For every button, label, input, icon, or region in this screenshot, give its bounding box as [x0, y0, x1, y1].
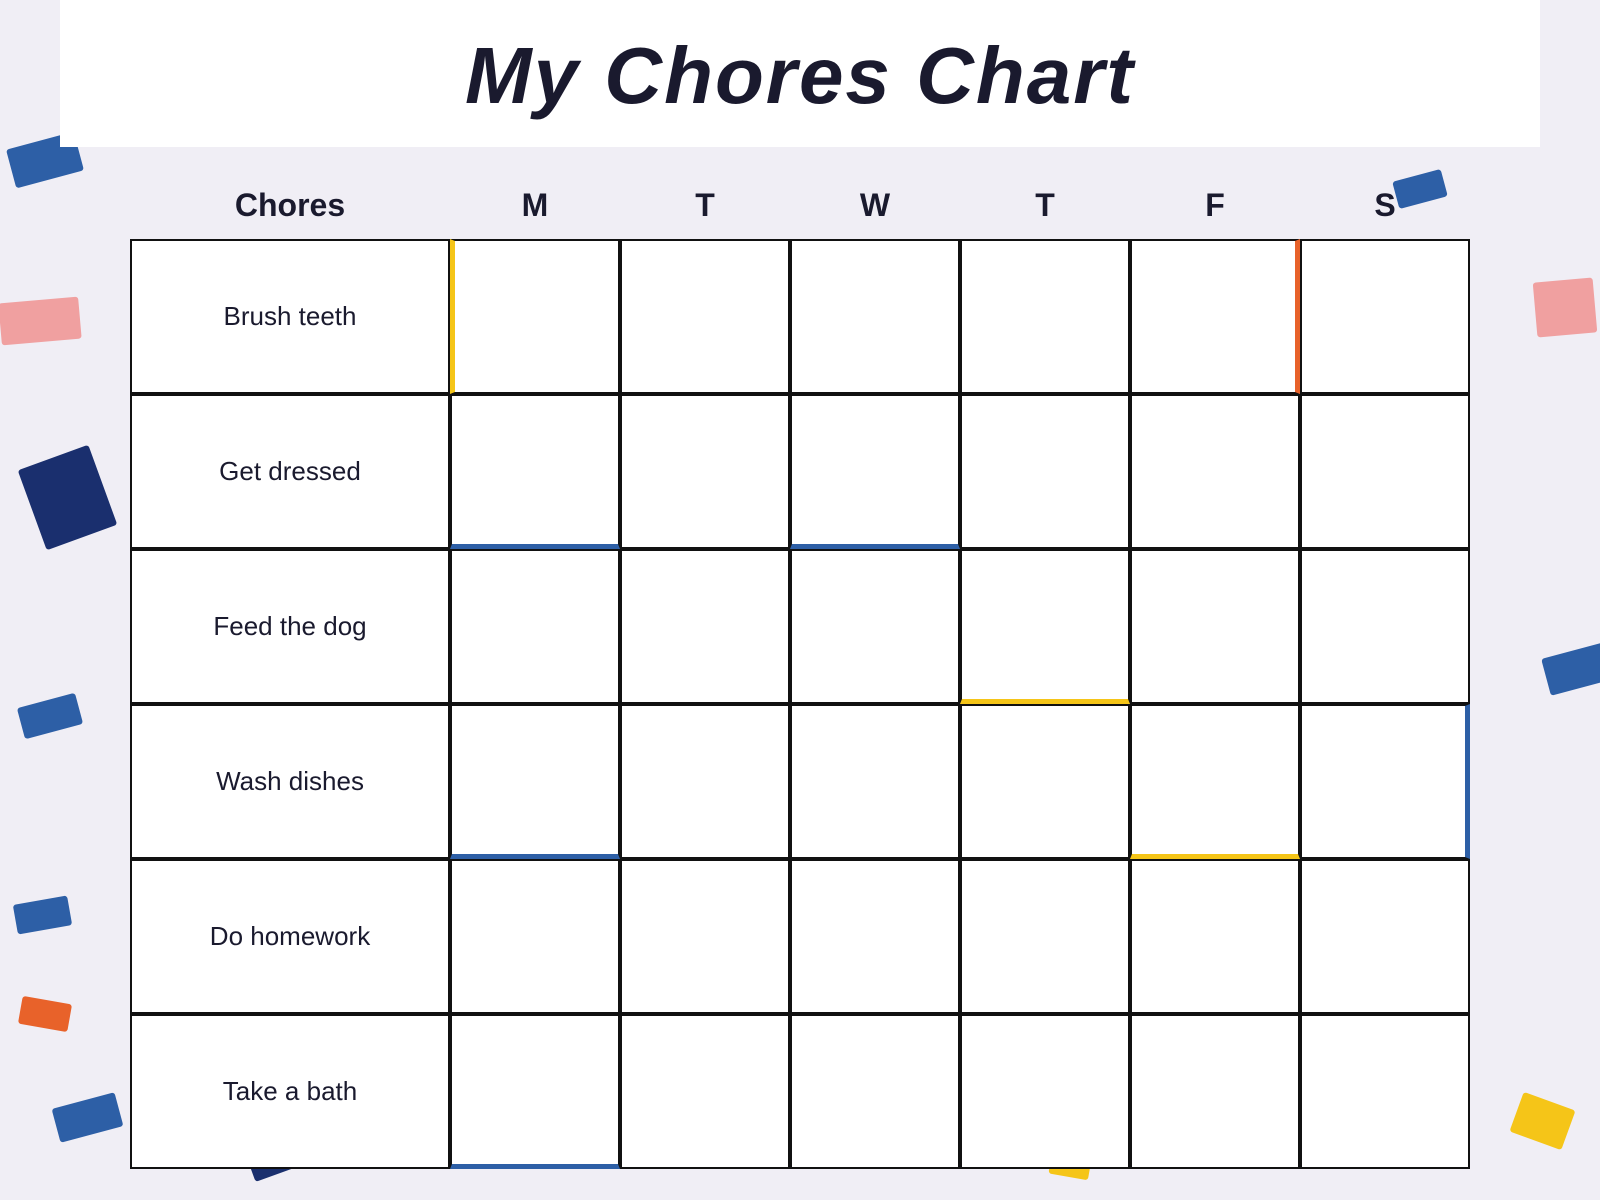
row-feed-dog: Feed the dog — [130, 549, 1470, 704]
check-wash-dishes-m[interactable] — [450, 704, 620, 859]
confetti-blue-6 — [1541, 642, 1600, 696]
row-do-homework: Do homework — [130, 859, 1470, 1014]
check-get-dressed-t2[interactable] — [960, 394, 1130, 549]
check-bath-f[interactable] — [1130, 1014, 1300, 1169]
check-bath-t2[interactable] — [960, 1014, 1130, 1169]
check-feed-dog-t2[interactable] — [960, 549, 1130, 704]
page-title: My Chores Chart — [60, 30, 1540, 122]
confetti-orange-1 — [18, 996, 72, 1032]
check-feed-dog-w[interactable] — [790, 549, 960, 704]
check-homework-t1[interactable] — [620, 859, 790, 1014]
header-day-s: S — [1300, 177, 1470, 234]
confetti-pink-2 — [1533, 277, 1598, 337]
chore-wash-dishes: Wash dishes — [130, 704, 450, 859]
check-bath-s[interactable] — [1300, 1014, 1470, 1169]
check-wash-dishes-s[interactable] — [1300, 704, 1470, 859]
check-get-dressed-w[interactable] — [790, 394, 960, 549]
check-bath-w[interactable] — [790, 1014, 960, 1169]
confetti-pink-1 — [0, 297, 82, 346]
check-get-dressed-s[interactable] — [1300, 394, 1470, 549]
check-homework-w[interactable] — [790, 859, 960, 1014]
check-get-dressed-f[interactable] — [1130, 394, 1300, 549]
check-wash-dishes-t1[interactable] — [620, 704, 790, 859]
check-bath-m[interactable] — [450, 1014, 620, 1169]
check-feed-dog-t1[interactable] — [620, 549, 790, 704]
check-homework-m[interactable] — [450, 859, 620, 1014]
check-bath-t1[interactable] — [620, 1014, 790, 1169]
check-feed-dog-m[interactable] — [450, 549, 620, 704]
header-day-w: W — [790, 177, 960, 234]
header-day-f: F — [1130, 177, 1300, 234]
confetti-blue-4 — [13, 895, 72, 934]
check-homework-s[interactable] — [1300, 859, 1470, 1014]
chart-header: Chores M T W T F S — [130, 177, 1470, 234]
check-wash-dishes-w[interactable] — [790, 704, 960, 859]
check-feed-dog-f[interactable] — [1130, 549, 1300, 704]
header-day-m: M — [450, 177, 620, 234]
check-homework-t2[interactable] — [960, 859, 1130, 1014]
check-feed-dog-s[interactable] — [1300, 549, 1470, 704]
chore-feed-dog: Feed the dog — [130, 549, 450, 704]
chore-take-bath: Take a bath — [130, 1014, 450, 1169]
header-day-t1: T — [620, 177, 790, 234]
check-brush-teeth-t2[interactable] — [960, 239, 1130, 394]
check-get-dressed-t1[interactable] — [620, 394, 790, 549]
check-brush-teeth-s[interactable] — [1300, 239, 1470, 394]
check-brush-teeth-w[interactable] — [790, 239, 960, 394]
check-homework-f[interactable] — [1130, 859, 1300, 1014]
check-brush-teeth-f[interactable] — [1130, 239, 1300, 394]
confetti-yellow-1 — [1509, 1092, 1575, 1150]
header-chores: Chores — [130, 177, 450, 234]
row-take-bath: Take a bath — [130, 1014, 1470, 1169]
header-day-t2: T — [960, 177, 1130, 234]
row-get-dressed: Get dressed — [130, 394, 1470, 549]
check-brush-teeth-t1[interactable] — [620, 239, 790, 394]
chore-brush-teeth: Brush teeth — [130, 239, 450, 394]
check-wash-dishes-t2[interactable] — [960, 704, 1130, 859]
confetti-blue-5 — [52, 1092, 124, 1143]
chore-get-dressed: Get dressed — [130, 394, 450, 549]
row-brush-teeth: Brush teeth — [130, 239, 1470, 394]
check-wash-dishes-f[interactable] — [1130, 704, 1300, 859]
chore-do-homework: Do homework — [130, 859, 450, 1014]
check-brush-teeth-m[interactable] — [450, 239, 620, 394]
confetti-darkblue-1 — [18, 445, 118, 551]
confetti-blue-3 — [17, 693, 83, 739]
row-wash-dishes: Wash dishes — [130, 704, 1470, 859]
check-get-dressed-m[interactable] — [450, 394, 620, 549]
title-bar: My Chores Chart — [60, 0, 1540, 147]
chart-container: Chores M T W T F S Brush teeth Get dress… — [130, 177, 1470, 1169]
